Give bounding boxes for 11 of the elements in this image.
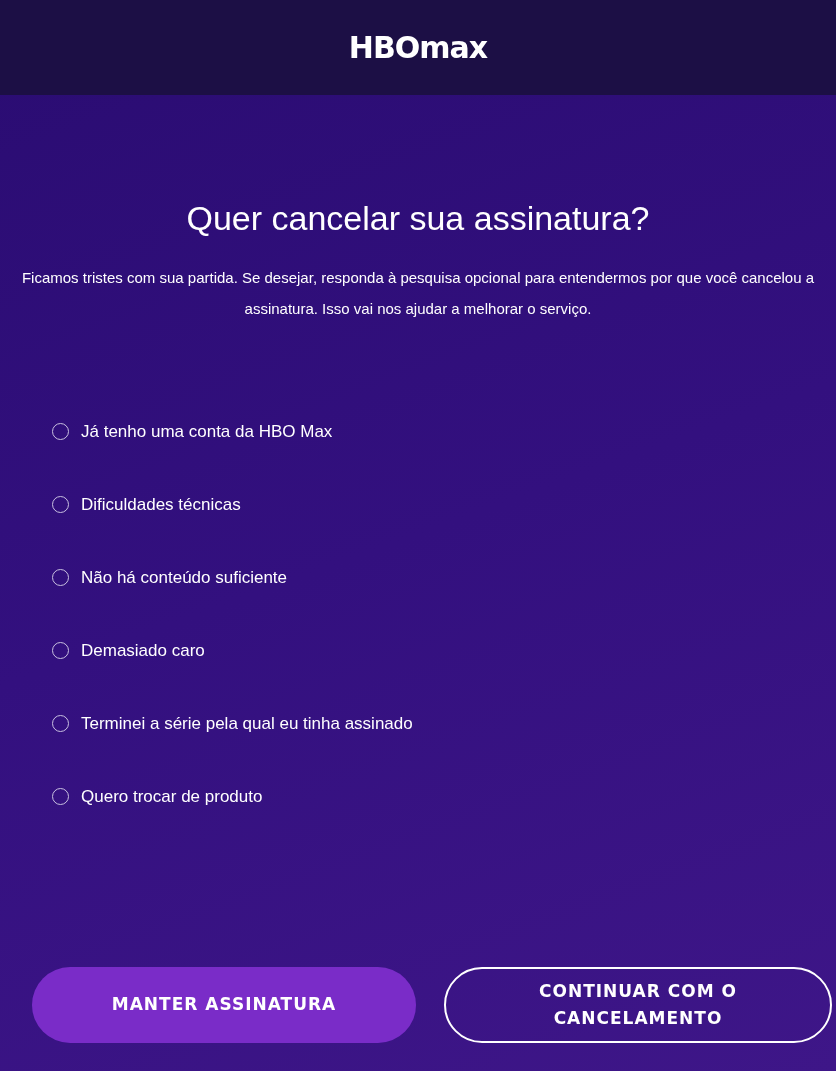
logo: HBOmax <box>348 30 488 65</box>
reason-option[interactable]: Não há conteúdo suficiente <box>52 562 836 593</box>
reason-option[interactable]: Já tenho uma conta da HBO Max <box>52 416 836 447</box>
keep-button[interactable]: MANTER ASSINATURA <box>32 967 416 1043</box>
reason-option[interactable]: Demasiado caro <box>52 635 836 666</box>
continue-button[interactable]: CONTINUAR COM O CANCELAMENTO <box>444 967 832 1043</box>
reason-option[interactable]: Quero trocar de produto <box>52 781 836 812</box>
reason-option[interactable]: Terminei a série pela qual eu tinha assinado <box>52 708 836 739</box>
description: Ficamos tristes com sua partida. Se desejar, responda à pesquisa opcional para entendermos por que você cancelou a assinatura. Isso vai nos ajudar a melhorar o serviço. <box>20 268 816 319</box>
reason-option[interactable]: Dificuldades técnicas <box>52 489 836 520</box>
page-title: Quer cancelar sua assinatura? <box>185 199 651 238</box>
